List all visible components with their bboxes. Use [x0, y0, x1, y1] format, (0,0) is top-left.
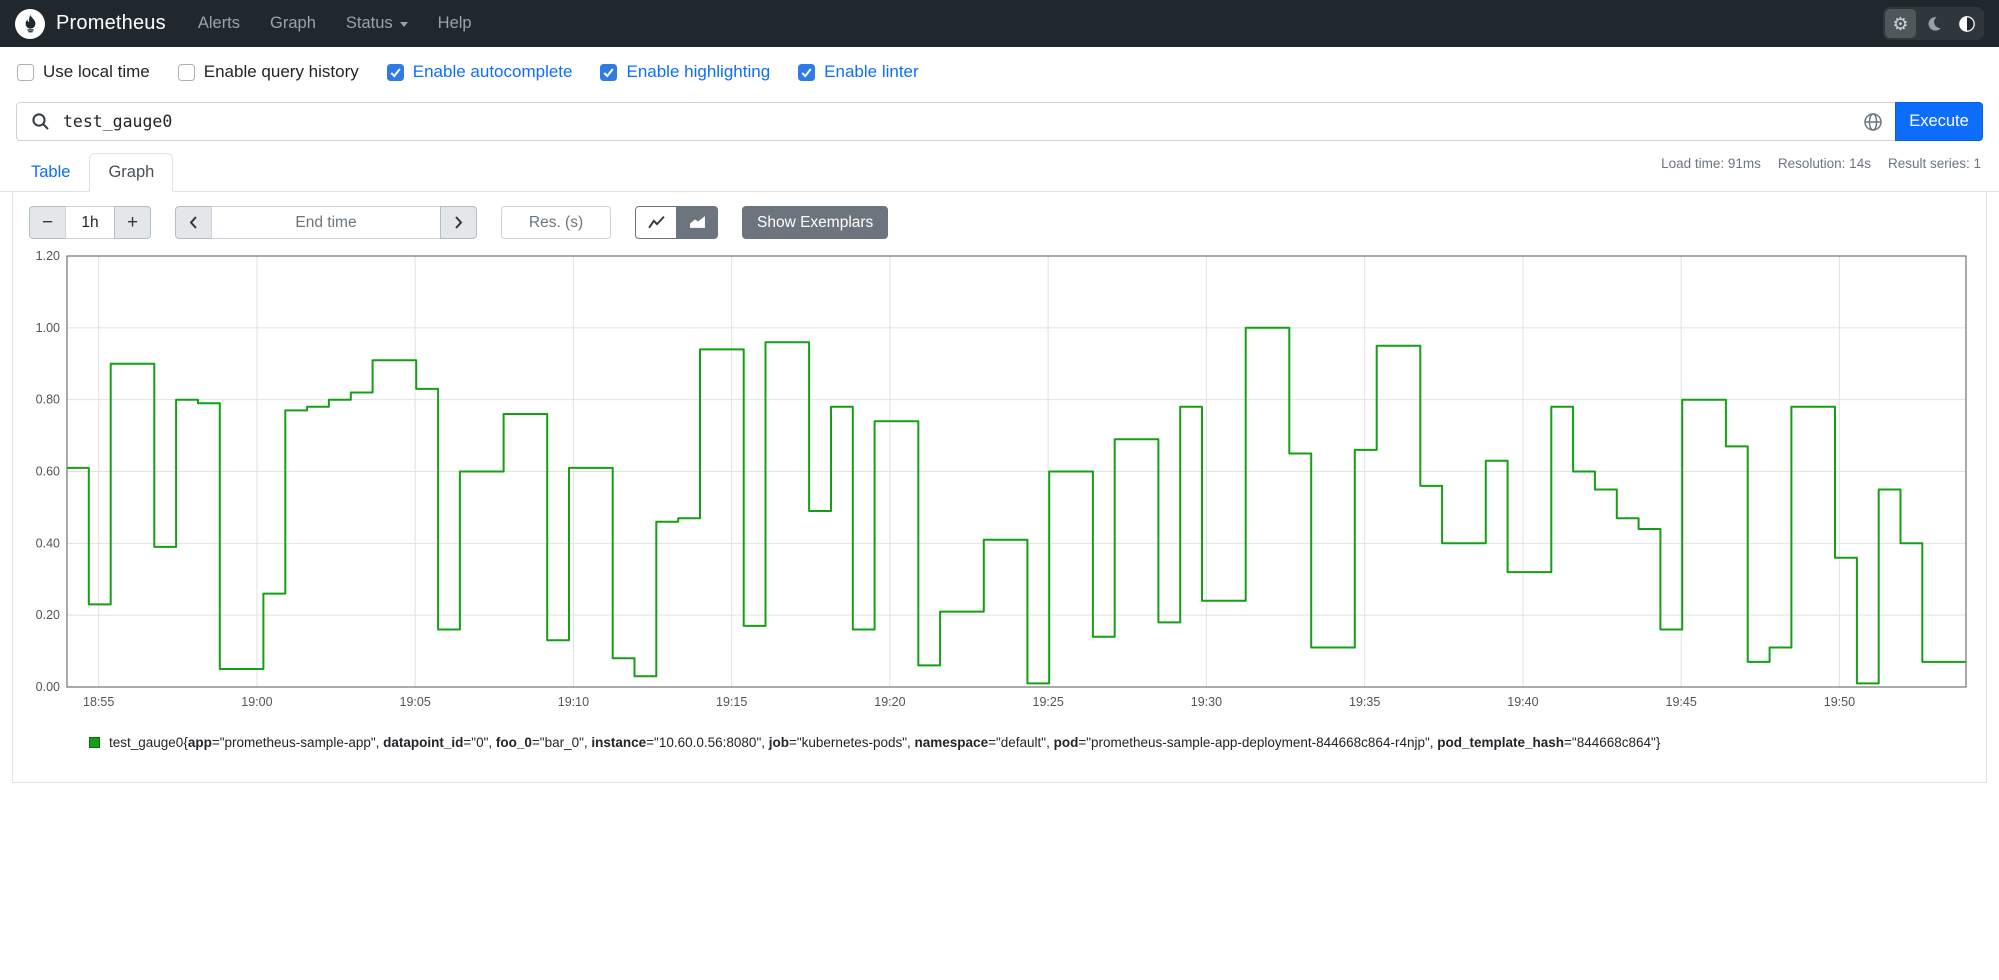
search-icon	[17, 112, 63, 131]
x-tick-label: 19:45	[1666, 695, 1697, 709]
query-bar: Execute	[16, 102, 1983, 141]
range-control: − +	[29, 206, 151, 239]
execute-button[interactable]: Execute	[1895, 102, 1983, 141]
nav-item-alerts[interactable]: Alerts	[198, 14, 240, 33]
theme-controls: ⚙	[1883, 7, 1984, 40]
brand-title: Prometheus	[56, 12, 166, 34]
load-time-stat: Load time: 91ms	[1661, 156, 1761, 171]
option-label: Enable linter	[824, 62, 919, 81]
show-exemplars-button[interactable]: Show Exemplars	[742, 206, 889, 239]
nav-menu: Alerts Graph Status Help	[198, 14, 1883, 33]
tab-bar: Table Graph Load time: 91ms Resolution: 1…	[0, 153, 1999, 192]
expression-input-group	[16, 102, 1896, 141]
time-forward-button[interactable]	[440, 206, 477, 239]
range-input[interactable]	[65, 206, 115, 239]
line-graph-toggle[interactable]	[635, 206, 677, 239]
stacked-graph-toggle[interactable]	[676, 206, 718, 239]
auto-theme-contrast-icon[interactable]	[1951, 9, 1982, 38]
range-decrease-button[interactable]: −	[29, 206, 66, 239]
graph-controls: − + Show E	[29, 206, 1970, 239]
option-use-local-time[interactable]: Use local time	[17, 62, 150, 82]
checkbox-unchecked-icon[interactable]	[177, 63, 195, 81]
option-label: Enable autocomplete	[412, 62, 573, 81]
line-chart-icon	[647, 216, 665, 229]
checkbox-checked-icon[interactable]	[386, 63, 404, 81]
tab-table[interactable]: Table	[12, 153, 89, 192]
nav-item-help[interactable]: Help	[438, 14, 472, 33]
prometheus-app: Prometheus Alerts Graph Status Help ⚙ Use l…	[0, 0, 1999, 783]
option-enable-query-history[interactable]: Enable query history	[177, 62, 359, 82]
option-label: Enable highlighting	[626, 62, 771, 81]
checkbox-checked-icon[interactable]	[798, 63, 816, 81]
query-stats: Load time: 91ms Resolution: 14s Result s…	[1661, 156, 1981, 171]
legend-item[interactable]: test_gauge0{app="prometheus-sample-app",…	[89, 735, 1660, 750]
brand[interactable]: Prometheus	[15, 8, 166, 39]
metrics-explorer-globe-icon[interactable]	[1851, 103, 1895, 140]
legend-series-text: test_gauge0{app="prometheus-sample-app",…	[109, 735, 1661, 750]
graph-type-toggle	[635, 206, 718, 239]
option-label: Use local time	[43, 62, 150, 81]
y-tick-label: 0.80	[36, 393, 60, 407]
caret-down-icon	[399, 22, 408, 27]
tab-graph[interactable]: Graph	[89, 153, 174, 192]
y-tick-label: 0.60	[36, 465, 60, 479]
x-tick-label: 19:00	[241, 695, 272, 709]
dark-theme-moon-icon[interactable]	[1918, 9, 1949, 38]
chevron-right-icon	[455, 216, 463, 229]
x-tick-label: 19:50	[1824, 695, 1855, 709]
x-tick-label: 19:05	[400, 695, 431, 709]
checkbox-checked-icon[interactable]	[600, 63, 618, 81]
option-label: Enable query history	[203, 62, 359, 81]
x-tick-label: 19:40	[1507, 695, 1538, 709]
end-time-control	[175, 206, 477, 239]
x-tick-label: 18:55	[83, 695, 114, 709]
expression-input[interactable]	[63, 112, 1851, 131]
range-increase-button[interactable]: +	[114, 206, 151, 239]
option-enable-highlighting[interactable]: Enable highlighting	[600, 62, 770, 82]
end-time-input[interactable]	[211, 206, 441, 239]
legend: test_gauge0{app="prometheus-sample-app",…	[89, 735, 1972, 750]
resolution-input[interactable]	[501, 206, 611, 239]
time-back-button[interactable]	[175, 206, 212, 239]
y-tick-label: 1.00	[36, 321, 60, 335]
nav-item-graph[interactable]: Graph	[270, 14, 316, 33]
x-tick-label: 19:15	[716, 695, 747, 709]
query-options: Use local time Enable query history Enable…	[0, 47, 1999, 94]
y-tick-label: 0.20	[36, 608, 60, 622]
navbar: Prometheus Alerts Graph Status Help ⚙	[0, 0, 1999, 47]
stacked-chart-icon	[689, 216, 705, 228]
y-tick-label: 0.00	[36, 680, 60, 694]
x-tick-label: 19:35	[1349, 695, 1380, 709]
x-tick-label: 19:25	[1033, 695, 1064, 709]
x-tick-label: 19:30	[1191, 695, 1222, 709]
x-tick-label: 19:20	[874, 695, 905, 709]
graph-panel: − + Show E	[12, 192, 1987, 783]
y-tick-label: 1.20	[36, 249, 60, 263]
option-enable-autocomplete[interactable]: Enable autocomplete	[386, 62, 573, 82]
resolution-stat: Resolution: 14s	[1777, 156, 1871, 171]
y-tick-label: 0.40	[36, 536, 60, 550]
prometheus-logo-icon	[15, 8, 45, 39]
checkbox-unchecked-icon[interactable]	[17, 63, 34, 81]
graph-canvas[interactable]: 0.00 0.20 0.40 0.60 0.80 1.00 1.20 18:55 19:00 19…	[27, 249, 1972, 713]
settings-gear-icon[interactable]: ⚙	[1885, 9, 1916, 38]
legend-swatch-icon	[89, 737, 100, 748]
nav-item-status[interactable]: Status	[346, 14, 408, 33]
tabs: Table Graph	[12, 153, 174, 192]
chevron-left-icon	[189, 216, 197, 229]
result-series-stat: Result series: 1	[1887, 156, 1981, 171]
option-enable-linter[interactable]: Enable linter	[798, 62, 919, 82]
x-tick-label: 19:10	[558, 695, 589, 709]
